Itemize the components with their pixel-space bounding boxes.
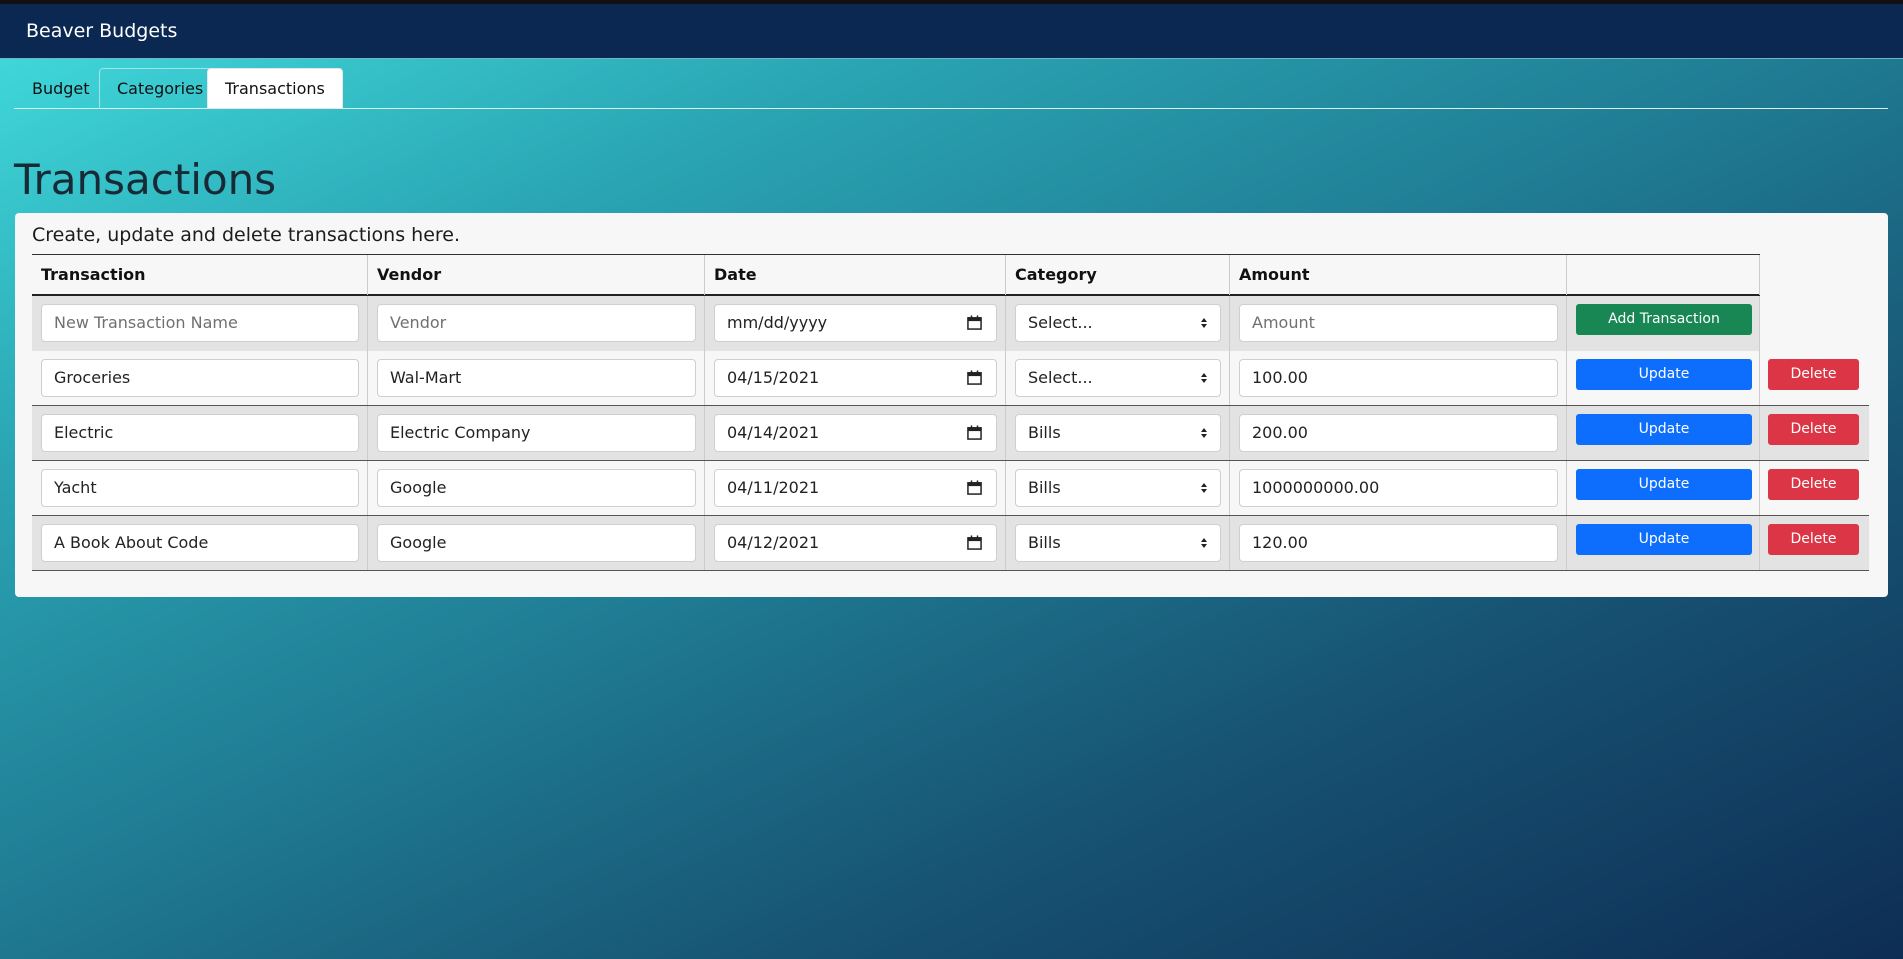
amount-input[interactable]: 100.00 [1239,359,1558,397]
update-button[interactable]: Update [1576,469,1752,500]
header-amount: Amount [1230,255,1567,295]
transactions-card: Create, update and delete transactions h… [15,213,1888,597]
new-vendor-input[interactable]: Vendor [377,304,696,342]
delete-button[interactable]: Delete [1768,524,1859,555]
new-transaction-row: New Transaction Name Vendor mm/dd/yyyy S… [32,296,1760,351]
tab-transactions[interactable]: Transactions [207,68,343,109]
category-value: Bills [1028,533,1061,552]
page-title: Transactions [14,155,277,204]
update-button[interactable]: Update [1576,359,1752,390]
table-row: Groceries Wal-Mart 04/15/2021 Select... … [32,351,1869,406]
date-value: 04/11/2021 [727,478,820,497]
page-description: Create, update and delete transactions h… [32,224,461,246]
tab-bar: Budget Categories Transactions [14,68,1888,109]
header-category: Category [1006,255,1230,295]
date-value: 04/15/2021 [727,368,820,387]
calendar-icon[interactable] [967,315,982,330]
calendar-icon[interactable] [967,480,982,495]
delete-button[interactable]: Delete [1768,359,1859,390]
category-select[interactable]: Bills [1015,414,1221,452]
date-input[interactable]: 04/15/2021 [714,359,997,397]
transaction-name-input[interactable]: A Book About Code [41,524,359,562]
header-actions [1567,255,1760,295]
tab-budget[interactable]: Budget [14,68,108,109]
category-value: Bills [1028,478,1061,497]
add-transaction-button[interactable]: Add Transaction [1576,304,1752,335]
table-row: Yacht Google 04/11/2021 Bills 1000000000… [32,461,1869,516]
new-amount-input[interactable]: Amount [1239,304,1558,342]
new-category-select[interactable]: Select... [1015,304,1221,342]
navbar: Beaver Budgets [0,4,1903,59]
delete-button[interactable]: Delete [1768,469,1859,500]
table-header: Transaction Vendor Date Category Amount [32,254,1760,296]
date-value: 04/12/2021 [727,533,820,552]
amount-input[interactable]: 120.00 [1239,524,1558,562]
header-transaction: Transaction [32,255,368,295]
category-value: Select... [1028,313,1093,332]
category-select[interactable]: Bills [1015,524,1221,562]
chevron-updown-icon [1201,483,1207,493]
chevron-updown-icon [1201,428,1207,438]
category-select[interactable]: Bills [1015,469,1221,507]
table-row: Electric Electric Company 04/14/2021 Bil… [32,406,1869,461]
new-date-input[interactable]: mm/dd/yyyy [714,304,997,342]
date-input[interactable]: 04/11/2021 [714,469,997,507]
header-date: Date [705,255,1006,295]
transaction-name-input[interactable]: Groceries [41,359,359,397]
app-brand[interactable]: Beaver Budgets [26,20,177,42]
date-value: 04/14/2021 [727,423,820,442]
vendor-input[interactable]: Google [377,524,696,562]
table-row: A Book About Code Google 04/12/2021 Bill… [32,516,1869,571]
amount-input[interactable]: 200.00 [1239,414,1558,452]
new-transaction-name-input[interactable]: New Transaction Name [41,304,359,342]
date-input[interactable]: 04/12/2021 [714,524,997,562]
tab-categories[interactable]: Categories [99,68,222,109]
amount-input[interactable]: 1000000000.00 [1239,469,1558,507]
date-input[interactable]: 04/14/2021 [714,414,997,452]
date-value: mm/dd/yyyy [727,313,828,332]
calendar-icon[interactable] [967,535,982,550]
category-value: Select... [1028,368,1093,387]
vendor-input[interactable]: Wal-Mart [377,359,696,397]
transaction-name-input[interactable]: Electric [41,414,359,452]
delete-button[interactable]: Delete [1768,414,1859,445]
update-button[interactable]: Update [1576,414,1752,445]
vendor-input[interactable]: Google [377,469,696,507]
update-button[interactable]: Update [1576,524,1752,555]
chevron-updown-icon [1201,318,1207,328]
vendor-input[interactable]: Electric Company [377,414,696,452]
header-vendor: Vendor [368,255,705,295]
chevron-updown-icon [1201,373,1207,383]
calendar-icon[interactable] [967,425,982,440]
chevron-updown-icon [1201,538,1207,548]
category-select[interactable]: Select... [1015,359,1221,397]
category-value: Bills [1028,423,1061,442]
transaction-name-input[interactable]: Yacht [41,469,359,507]
calendar-icon[interactable] [967,370,982,385]
